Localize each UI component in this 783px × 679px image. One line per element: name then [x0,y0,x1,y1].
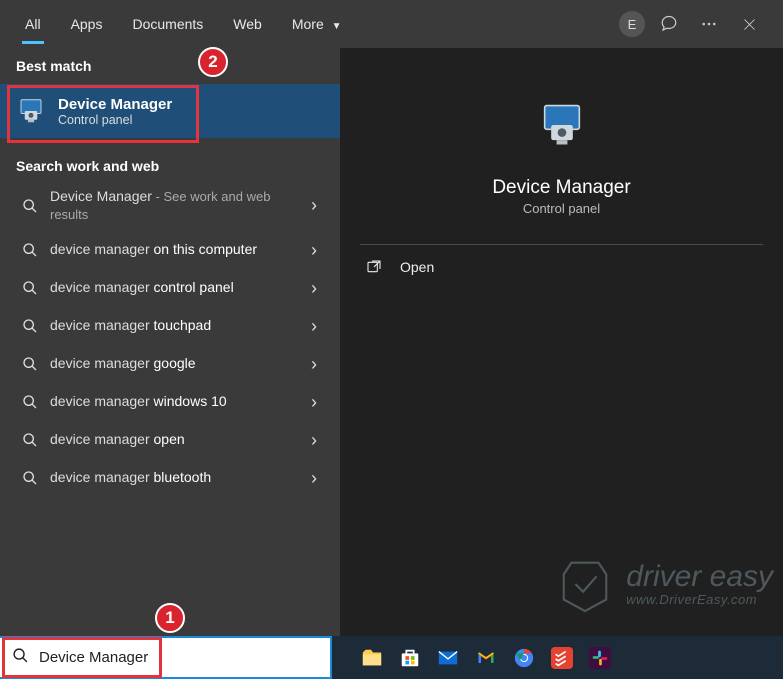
watermark-main: driver easy [626,562,773,592]
detail-title: Device Manager [492,177,630,199]
search-result[interactable]: device manager bluetooth› [0,459,340,497]
search-result[interactable]: device manager google› [0,345,340,383]
options-icon[interactable] [693,8,725,40]
watermark: driver easy www.DriverEasy.com [556,554,773,614]
open-action[interactable]: Open [340,245,783,289]
chevron-right-icon[interactable]: › [302,392,326,413]
gmail-icon[interactable] [470,642,502,674]
result-text: device manager control panel [50,279,302,297]
best-match-result[interactable]: Device Manager Control panel [0,84,340,138]
search-icon [20,468,40,488]
search-icon [20,196,40,216]
search-result[interactable]: device manager open› [0,421,340,459]
result-text: device manager open [50,431,302,449]
feedback-icon[interactable] [653,8,685,40]
search-icon [20,430,40,450]
result-text: device manager windows 10 [50,393,302,411]
open-label: Open [400,259,434,275]
search-result[interactable]: device manager on this computer› [0,231,340,269]
annotation-callout-2: 2 [198,47,228,77]
best-match-title: Device Manager [58,96,326,113]
result-text: device manager on this computer [50,241,302,259]
results-pane: Best match Device Manager Control panel … [0,48,340,636]
todoist-icon[interactable] [546,642,578,674]
search-icon [20,354,40,374]
chevron-down-icon: ▼ [332,21,342,32]
open-icon [364,259,384,275]
mail-icon[interactable] [432,642,464,674]
chevron-right-icon[interactable]: › [302,468,326,489]
result-text: device manager bluetooth [50,469,302,487]
section-search-header: Search work and web [0,148,340,180]
file-explorer-icon[interactable] [356,642,388,674]
search-icon [20,240,40,260]
search-result[interactable]: device manager windows 10› [0,383,340,421]
result-text: Device Manager - See work and web result… [50,188,302,223]
filter-tabs: All Apps Documents Web More ▼ E [0,0,783,48]
annotation-callout-1: 1 [155,603,185,633]
chevron-right-icon[interactable]: › [302,195,326,216]
search-result[interactable]: device manager touchpad› [0,307,340,345]
taskbar [0,636,783,679]
search-icon [20,316,40,336]
section-best-match-header: Best match [0,48,340,80]
taskbar-search-box[interactable] [0,636,332,679]
tab-all[interactable]: All [10,4,56,44]
device-manager-icon [14,94,48,128]
detail-subtitle: Control panel [523,201,600,216]
tab-more-label: More [292,16,324,32]
microsoft-store-icon[interactable] [394,642,426,674]
close-icon[interactable] [733,8,765,40]
chevron-right-icon[interactable]: › [302,278,326,299]
chevron-right-icon[interactable]: › [302,354,326,375]
search-result[interactable]: Device Manager - See work and web result… [0,180,340,231]
search-input[interactable] [39,649,318,666]
result-text: device manager google [50,355,302,373]
search-icon [20,392,40,412]
tab-web[interactable]: Web [218,4,277,44]
search-icon [12,647,29,669]
tab-more[interactable]: More ▼ [277,4,357,44]
tab-apps[interactable]: Apps [56,4,118,44]
search-result[interactable]: device manager control panel› [0,269,340,307]
result-text: device manager touchpad [50,317,302,335]
best-match-subtitle: Control panel [58,113,326,127]
tab-documents[interactable]: Documents [117,4,218,44]
user-avatar[interactable]: E [619,11,645,37]
watermark-sub: www.DriverEasy.com [626,592,773,607]
detail-pane: Device Manager Control panel Open [340,48,783,636]
slack-icon[interactable] [584,642,616,674]
chevron-right-icon[interactable]: › [302,316,326,337]
chrome-icon[interactable] [508,642,540,674]
chevron-right-icon[interactable]: › [302,240,326,261]
device-manager-icon [530,93,594,157]
search-icon [20,278,40,298]
chevron-right-icon[interactable]: › [302,430,326,451]
